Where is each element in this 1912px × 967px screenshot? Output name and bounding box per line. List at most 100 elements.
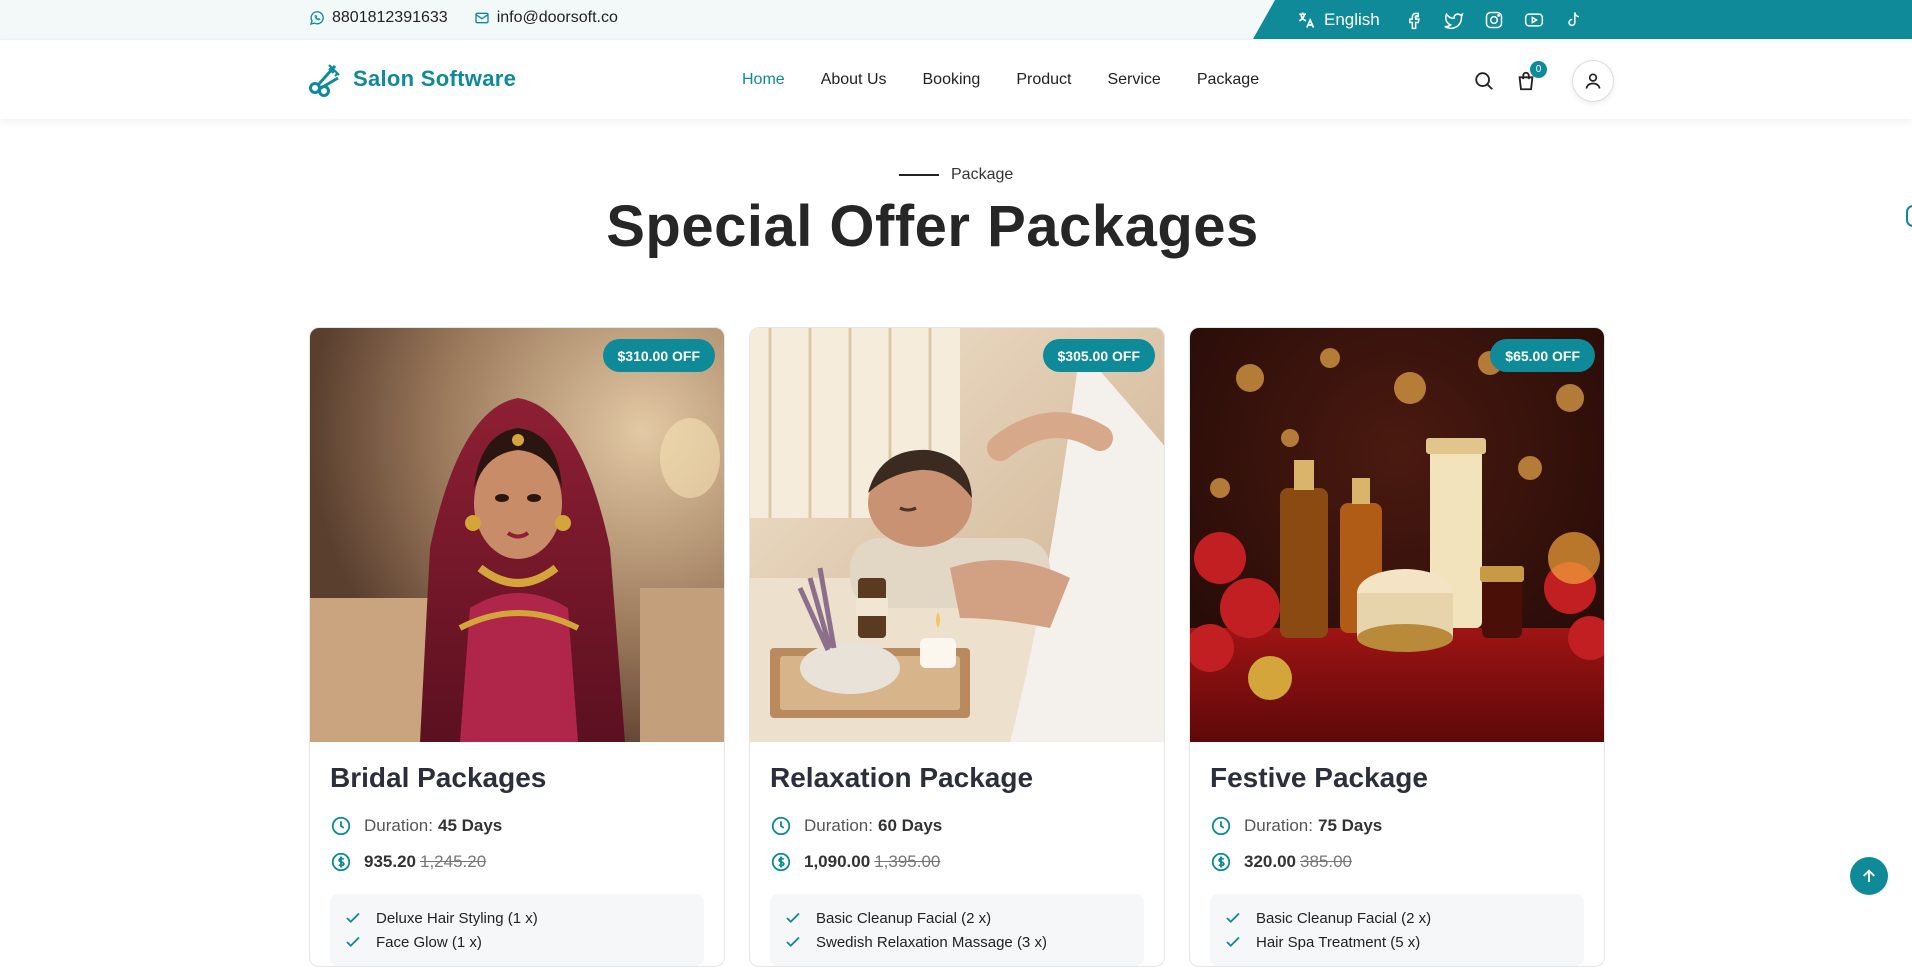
label-line bbox=[899, 174, 939, 176]
youtube-icon bbox=[1524, 12, 1543, 27]
nav-booking[interactable]: Booking bbox=[923, 71, 981, 89]
nav-home[interactable]: Home bbox=[742, 71, 785, 89]
price-row: 935.20 1,245.20 bbox=[330, 844, 704, 880]
feature-item: Face Glow (1 x) bbox=[344, 930, 690, 954]
scissors-comb-logo-icon bbox=[309, 64, 340, 97]
header-actions: 0 bbox=[1472, 60, 1614, 102]
old-price: 1,245.20 bbox=[420, 852, 487, 871]
mail-icon bbox=[475, 12, 489, 24]
feature-list: Basic Cleanup Facial (2 x) Swedish Relax… bbox=[770, 894, 1144, 966]
phone-number: 8801812391633 bbox=[332, 9, 448, 26]
user-icon bbox=[1585, 73, 1601, 89]
nav-package[interactable]: Package bbox=[1197, 71, 1259, 89]
twitter-link[interactable] bbox=[1444, 10, 1464, 30]
feature-list: Basic Cleanup Facial (2 x) Hair Spa Trea… bbox=[1210, 894, 1584, 966]
facebook-link[interactable] bbox=[1404, 10, 1424, 30]
main-header: Salon Software Home About Us Booking Pro… bbox=[0, 39, 1912, 119]
feature-item: Hair Spa Treatment (5 x) bbox=[1224, 930, 1570, 954]
feature-list: Deluxe Hair Styling (1 x) Face Glow (1 x… bbox=[330, 894, 704, 966]
instagram-link[interactable] bbox=[1484, 10, 1504, 30]
current-price: 320.00 bbox=[1244, 852, 1296, 871]
nav-about-us[interactable]: About Us bbox=[821, 71, 887, 89]
cart-count-badge: 0 bbox=[1530, 61, 1547, 78]
package-card[interactable]: $65.00 OFF Festive Package Duration: 75 … bbox=[1189, 327, 1605, 967]
old-price: 385.00 bbox=[1300, 852, 1352, 871]
discount-badge: $305.00 OFF bbox=[1042, 339, 1155, 372]
duration-value: 60 Days bbox=[877, 816, 943, 835]
price-row: 1,090.00 1,395.00 bbox=[770, 844, 1144, 880]
duration-label: Duration: bbox=[1244, 816, 1313, 835]
check-icon bbox=[346, 936, 360, 948]
email-contact[interactable]: info@doorsoft.co bbox=[474, 9, 618, 27]
top-bar: 8801812391633 info@doorsoft.co English bbox=[0, 0, 1912, 39]
feature-item: Basic Cleanup Facial (2 x) bbox=[1224, 906, 1570, 930]
package-image: $305.00 OFF bbox=[750, 328, 1164, 742]
check-icon bbox=[786, 936, 800, 948]
twitter-icon bbox=[1444, 12, 1464, 29]
dollar-icon bbox=[1211, 852, 1231, 872]
check-icon bbox=[1226, 936, 1240, 948]
dollar-icon bbox=[771, 852, 791, 872]
tiktok-link[interactable] bbox=[1564, 10, 1584, 30]
section-title: Special Offer Packages bbox=[0, 193, 1912, 260]
feature-text: Deluxe Hair Styling (1 x) bbox=[376, 909, 538, 927]
facebook-icon bbox=[1408, 12, 1420, 29]
feature-text: Basic Cleanup Facial (2 x) bbox=[816, 909, 992, 927]
clock-icon bbox=[331, 816, 351, 836]
package-title[interactable]: Bridal Packages bbox=[330, 762, 704, 794]
account-button[interactable] bbox=[1572, 60, 1614, 102]
logo-text: Salon Software bbox=[353, 66, 517, 91]
package-card[interactable]: $305.00 OFF Relaxation Package Duration:… bbox=[749, 327, 1165, 967]
clock-icon bbox=[771, 816, 791, 836]
top-right-bar: English bbox=[1253, 0, 1912, 39]
check-icon bbox=[346, 912, 360, 924]
language-selector[interactable]: English bbox=[1296, 10, 1380, 30]
dollar-icon bbox=[331, 852, 351, 872]
translate-icon bbox=[1298, 12, 1315, 28]
bride-photo bbox=[310, 328, 724, 742]
contact-info: 8801812391633 info@doorsoft.co bbox=[309, 0, 618, 36]
duration-row: Duration: 45 Days bbox=[330, 808, 704, 844]
section-label-text: Package bbox=[951, 166, 1014, 183]
email-address: info@doorsoft.co bbox=[496, 9, 618, 26]
instagram-icon bbox=[1485, 11, 1503, 28]
phone-contact[interactable]: 8801812391633 bbox=[309, 9, 448, 27]
feature-item: Basic Cleanup Facial (2 x) bbox=[784, 906, 1130, 930]
massage-photo bbox=[750, 328, 1164, 742]
package-title[interactable]: Relaxation Package bbox=[770, 762, 1144, 794]
card-body: Relaxation Package Duration: 60 Days 1,0… bbox=[750, 742, 1164, 966]
feature-text: Hair Spa Treatment (5 x) bbox=[1256, 933, 1421, 951]
festive-products-photo bbox=[1190, 328, 1604, 742]
nav-service[interactable]: Service bbox=[1107, 71, 1160, 89]
duration-label: Duration: bbox=[804, 816, 873, 835]
cart-button[interactable]: 0 bbox=[1514, 61, 1547, 93]
package-image: $310.00 OFF bbox=[310, 328, 724, 742]
package-card[interactable]: $310.00 OFF Bridal Packages Duration: 45… bbox=[309, 327, 725, 967]
nav-product[interactable]: Product bbox=[1016, 71, 1071, 89]
clock-icon bbox=[1211, 816, 1231, 836]
package-title[interactable]: Festive Package bbox=[1210, 762, 1584, 794]
side-widget[interactable] bbox=[1906, 205, 1912, 227]
card-body: Festive Package Duration: 75 Days 320.00… bbox=[1190, 742, 1604, 966]
feature-text: Face Glow (1 x) bbox=[376, 933, 482, 951]
feature-text: Basic Cleanup Facial (2 x) bbox=[1256, 909, 1432, 927]
old-price: 1,395.00 bbox=[874, 852, 941, 871]
site-logo[interactable]: Salon Software bbox=[307, 61, 516, 97]
discount-badge: $310.00 OFF bbox=[602, 339, 715, 372]
search-icon bbox=[1475, 72, 1493, 90]
main-nav: Home About Us Booking Product Service Pa… bbox=[742, 40, 1259, 120]
section-label: Package bbox=[899, 166, 1013, 184]
tiktok-icon bbox=[1568, 11, 1579, 26]
whatsapp-icon bbox=[309, 11, 324, 25]
duration-value: 75 Days bbox=[1317, 816, 1383, 835]
duration-label: Duration: bbox=[364, 816, 433, 835]
section-title-text: Special Offer Packages bbox=[606, 194, 1259, 259]
package-image: $65.00 OFF bbox=[1190, 328, 1604, 742]
language-label: English bbox=[1324, 9, 1380, 29]
discount-badge: $65.00 OFF bbox=[1490, 339, 1595, 372]
youtube-link[interactable] bbox=[1524, 10, 1544, 30]
scroll-to-top-button[interactable] bbox=[1850, 857, 1888, 895]
search-button[interactable] bbox=[1472, 69, 1496, 93]
feature-item: Swedish Relaxation Massage (3 x) bbox=[784, 930, 1130, 954]
duration-row: Duration: 60 Days bbox=[770, 808, 1144, 844]
